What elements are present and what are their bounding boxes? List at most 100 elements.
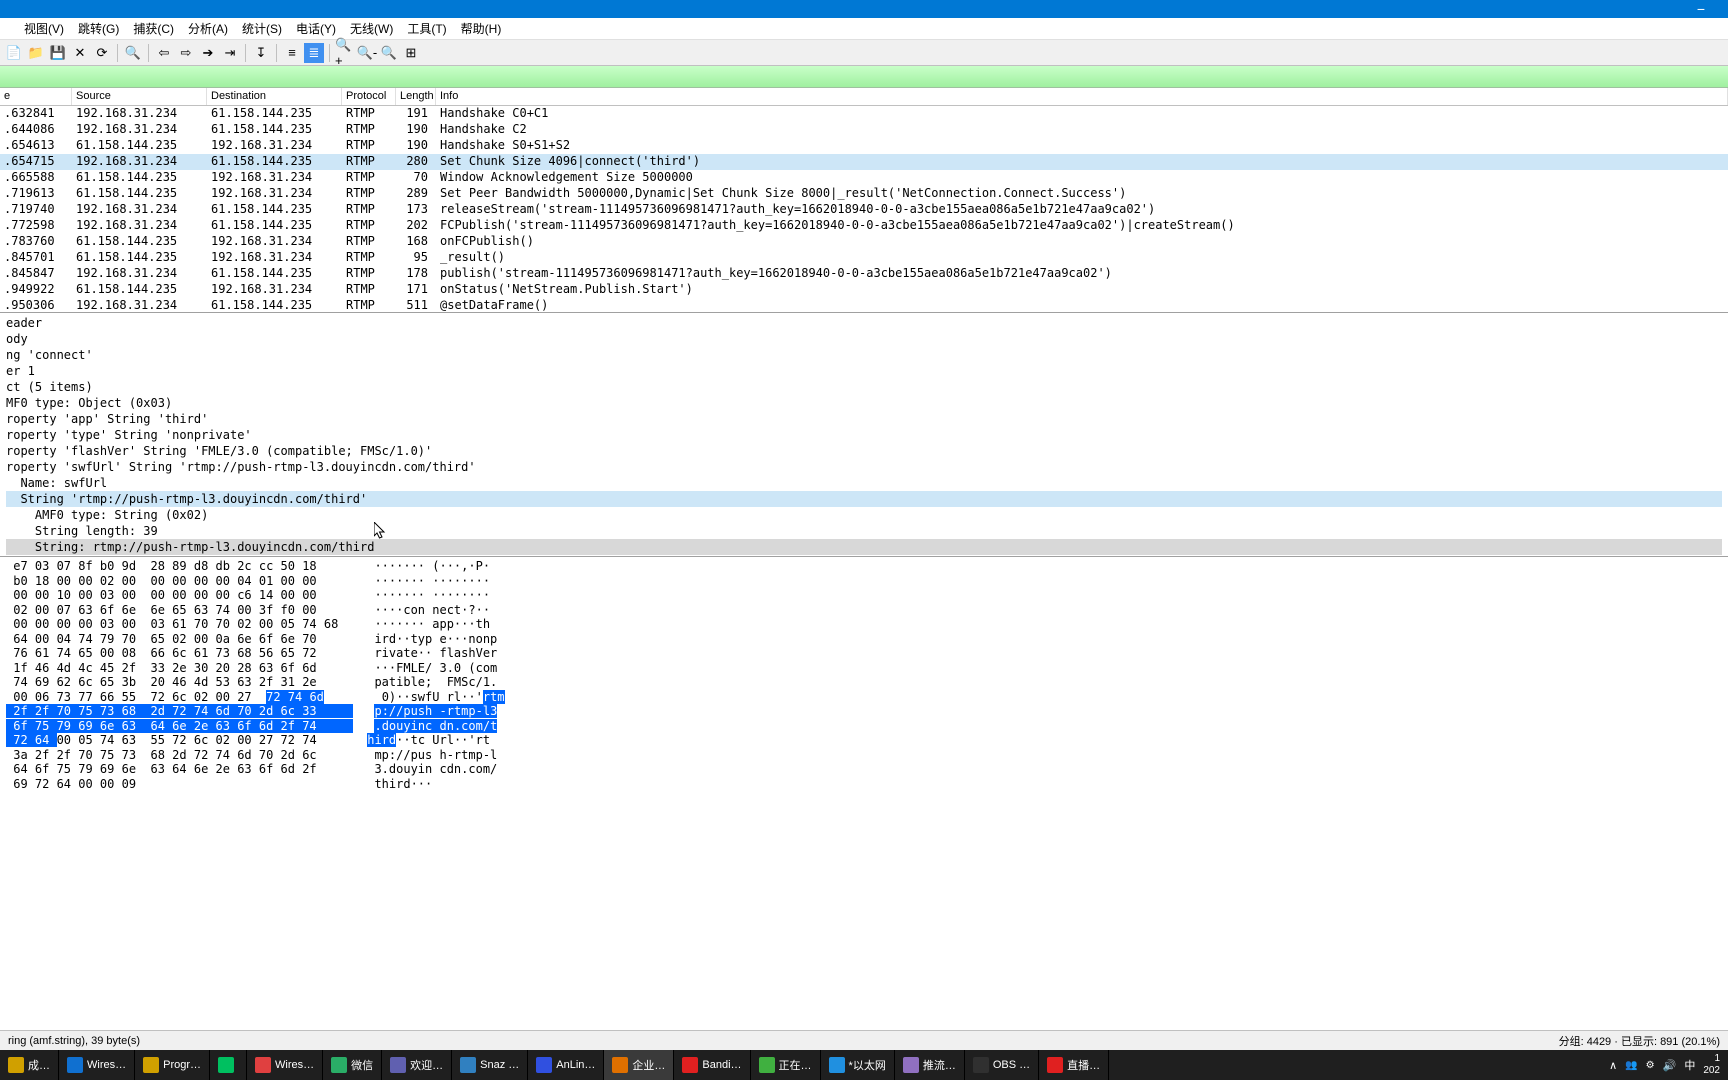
detail-line[interactable]: er 1: [6, 363, 1722, 379]
menu-item[interactable]: 跳转(G): [72, 18, 125, 39]
detail-line[interactable]: String length: 39: [6, 523, 1722, 539]
goto-last-icon[interactable]: ⇥: [220, 43, 240, 63]
detail-line[interactable]: roperty 'app' String 'third': [6, 411, 1722, 427]
forward-icon[interactable]: ⇨: [176, 43, 196, 63]
menu-item[interactable]: 电话(Y): [290, 18, 342, 39]
close-icon[interactable]: ✕: [70, 43, 90, 63]
packet-row[interactable]: .66558861.158.144.235192.168.31.234RTMP7…: [0, 170, 1728, 186]
hex-line[interactable]: e7 03 07 8f b0 9d 28 89 d8 db 2c cc 50 1…: [6, 559, 1722, 574]
zoom-reset-icon[interactable]: 🔍: [379, 43, 399, 63]
hex-line[interactable]: 3a 2f 2f 70 75 73 68 2d 72 74 6d 70 2d 6…: [6, 748, 1722, 763]
detail-line[interactable]: Name: swfUrl: [6, 475, 1722, 491]
hex-line[interactable]: 00 00 10 00 03 00 00 00 00 00 c6 14 00 0…: [6, 588, 1722, 603]
packet-row[interactable]: .845847192.168.31.23461.158.144.235RTMP1…: [0, 266, 1728, 282]
detail-line[interactable]: String 'rtmp://push-rtmp-l3.douyincdn.co…: [6, 491, 1722, 507]
resize-columns-icon[interactable]: ⊞: [401, 43, 421, 63]
packet-row[interactable]: .71961361.158.144.235192.168.31.234RTMP2…: [0, 186, 1728, 202]
hex-line[interactable]: 00 00 00 00 03 00 03 61 70 70 02 00 05 7…: [6, 617, 1722, 632]
packet-row[interactable]: .644086192.168.31.23461.158.144.235RTMP1…: [0, 122, 1728, 138]
taskbar-item[interactable]: [210, 1050, 247, 1080]
tray-ime-icon[interactable]: 中: [1684, 1057, 1695, 1073]
hex-line[interactable]: 72 64 00 05 74 63 55 72 6c 02 00 27 72 7…: [6, 733, 1722, 748]
menu-item[interactable]: 视图(V): [18, 18, 70, 39]
tray-icon[interactable]: ⚙: [1646, 1060, 1655, 1071]
detail-line[interactable]: String: rtmp://push-rtmp-l3.douyincdn.co…: [6, 539, 1722, 555]
taskbar-item[interactable]: 推流…: [895, 1050, 965, 1080]
minimize-button[interactable]: −: [1678, 1, 1724, 17]
packet-row[interactable]: .632841192.168.31.23461.158.144.235RTMP1…: [0, 106, 1728, 122]
menu-item[interactable]: 帮助(H): [455, 18, 508, 39]
hex-line[interactable]: 74 69 62 6c 65 3b 20 46 4d 53 63 2f 31 2…: [6, 675, 1722, 690]
menu-item[interactable]: 捕获(C): [127, 18, 180, 39]
hex-line[interactable]: 02 00 07 63 6f 6e 6e 65 63 74 00 3f f0 0…: [6, 603, 1722, 618]
colorize-icon[interactable]: ≡: [282, 43, 302, 63]
reload-icon[interactable]: ⟳: [92, 43, 112, 63]
hex-line[interactable]: 64 00 04 74 79 70 65 02 00 0a 6e 6f 6e 7…: [6, 632, 1722, 647]
col-source[interactable]: Source: [72, 88, 207, 105]
taskbar-item[interactable]: 直播…: [1039, 1050, 1109, 1080]
taskbar-item[interactable]: *以太网: [821, 1050, 895, 1080]
menu-item[interactable]: 分析(A): [182, 18, 234, 39]
taskbar-item[interactable]: 企业…: [604, 1050, 674, 1080]
tray-clock[interactable]: 1 202: [1703, 1053, 1720, 1077]
taskbar-item[interactable]: OBS …: [965, 1050, 1039, 1080]
hex-line[interactable]: 6f 75 79 69 6e 63 64 6e 2e 63 6f 6d 2f 7…: [6, 719, 1722, 734]
menu-item[interactable]: 统计(S): [236, 18, 288, 39]
packet-details-pane[interactable]: eaderodyng 'connect'er 1ct (5 items)MF0 …: [0, 313, 1728, 557]
packet-row[interactable]: .654715192.168.31.23461.158.144.235RTMP2…: [0, 154, 1728, 170]
back-icon[interactable]: ⇦: [154, 43, 174, 63]
menu-item[interactable]: 无线(W): [344, 18, 399, 39]
taskbar-item[interactable]: 欢迎…: [382, 1050, 452, 1080]
detail-line[interactable]: ng 'connect': [6, 347, 1722, 363]
packet-bytes-pane[interactable]: e7 03 07 8f b0 9d 28 89 d8 db 2c cc 50 1…: [0, 557, 1728, 1030]
col-destination[interactable]: Destination: [207, 88, 342, 105]
col-protocol[interactable]: Protocol: [342, 88, 396, 105]
detail-line[interactable]: roperty 'swfUrl' String 'rtmp://push-rtm…: [6, 459, 1722, 475]
tray-volume-icon[interactable]: 🔊: [1663, 1059, 1677, 1072]
file-open-icon[interactable]: 📄: [4, 43, 24, 63]
taskbar-item[interactable]: AnLin…: [528, 1050, 604, 1080]
find-icon[interactable]: 🔍: [123, 43, 143, 63]
system-tray[interactable]: ∧ 👥 ⚙ 🔊 中 1 202: [1601, 1053, 1728, 1077]
list-icon[interactable]: ≣: [304, 43, 324, 63]
hex-line[interactable]: 64 6f 75 79 69 6e 63 64 6e 2e 63 6f 6d 2…: [6, 762, 1722, 777]
jump-icon[interactable]: ➔: [198, 43, 218, 63]
display-filter-bar[interactable]: [0, 66, 1728, 88]
hex-line[interactable]: 69 72 64 00 00 09 third···: [6, 777, 1722, 792]
detail-line[interactable]: roperty 'type' String 'nonprivate': [6, 427, 1722, 443]
packet-row[interactable]: .719740192.168.31.23461.158.144.235RTMP1…: [0, 202, 1728, 218]
detail-line[interactable]: roperty 'flashVer' String 'FMLE/3.0 (com…: [6, 443, 1722, 459]
detail-line[interactable]: ct (5 items): [6, 379, 1722, 395]
zoom-out-icon[interactable]: 🔍-: [357, 43, 377, 63]
detail-line[interactable]: AMF0 type: String (0x02): [6, 507, 1722, 523]
col-length[interactable]: Length: [396, 88, 436, 105]
col-time[interactable]: e: [0, 88, 72, 105]
packet-row[interactable]: .772598192.168.31.23461.158.144.235RTMP2…: [0, 218, 1728, 234]
taskbar-item[interactable]: 正在…: [751, 1050, 821, 1080]
taskbar-item[interactable]: 微信: [323, 1050, 382, 1080]
col-info[interactable]: Info: [436, 88, 1728, 105]
detail-line[interactable]: MF0 type: Object (0x03): [6, 395, 1722, 411]
taskbar-item[interactable]: 成…: [0, 1050, 59, 1080]
packet-row[interactable]: .94992261.158.144.235192.168.31.234RTMP1…: [0, 282, 1728, 298]
packet-row[interactable]: .65461361.158.144.235192.168.31.234RTMP1…: [0, 138, 1728, 154]
packet-row[interactable]: .950306192.168.31.23461.158.144.235RTMP5…: [0, 298, 1728, 313]
autoscroll-icon[interactable]: ↧: [251, 43, 271, 63]
hex-line[interactable]: 76 61 74 65 00 08 66 6c 61 73 68 56 65 7…: [6, 646, 1722, 661]
taskbar-item[interactable]: Progr…: [135, 1050, 210, 1080]
save-icon[interactable]: 💾: [48, 43, 68, 63]
menu-item[interactable]: [4, 27, 16, 31]
detail-line[interactable]: eader: [6, 315, 1722, 331]
hex-line[interactable]: 1f 46 4d 4c 45 2f 33 2e 30 20 28 63 6f 6…: [6, 661, 1722, 676]
taskbar-item[interactable]: Wires…: [247, 1050, 323, 1080]
packet-list-pane[interactable]: e Source Destination Protocol Length Inf…: [0, 88, 1728, 313]
tray-icon[interactable]: 👥: [1625, 1060, 1637, 1071]
taskbar-item[interactable]: Snaz …: [452, 1050, 528, 1080]
hex-line[interactable]: b0 18 00 00 02 00 00 00 00 00 04 01 00 0…: [6, 574, 1722, 589]
taskbar[interactable]: 成…Wires…Progr…Wires…微信欢迎…Snaz …AnLin…企业……: [0, 1050, 1728, 1080]
taskbar-item[interactable]: Bandi…: [674, 1050, 750, 1080]
folder-icon[interactable]: 📁: [26, 43, 46, 63]
column-headers[interactable]: e Source Destination Protocol Length Inf…: [0, 88, 1728, 106]
packet-row[interactable]: .78376061.158.144.235192.168.31.234RTMP1…: [0, 234, 1728, 250]
hex-line[interactable]: 2f 2f 70 75 73 68 2d 72 74 6d 70 2d 6c 3…: [6, 704, 1722, 719]
